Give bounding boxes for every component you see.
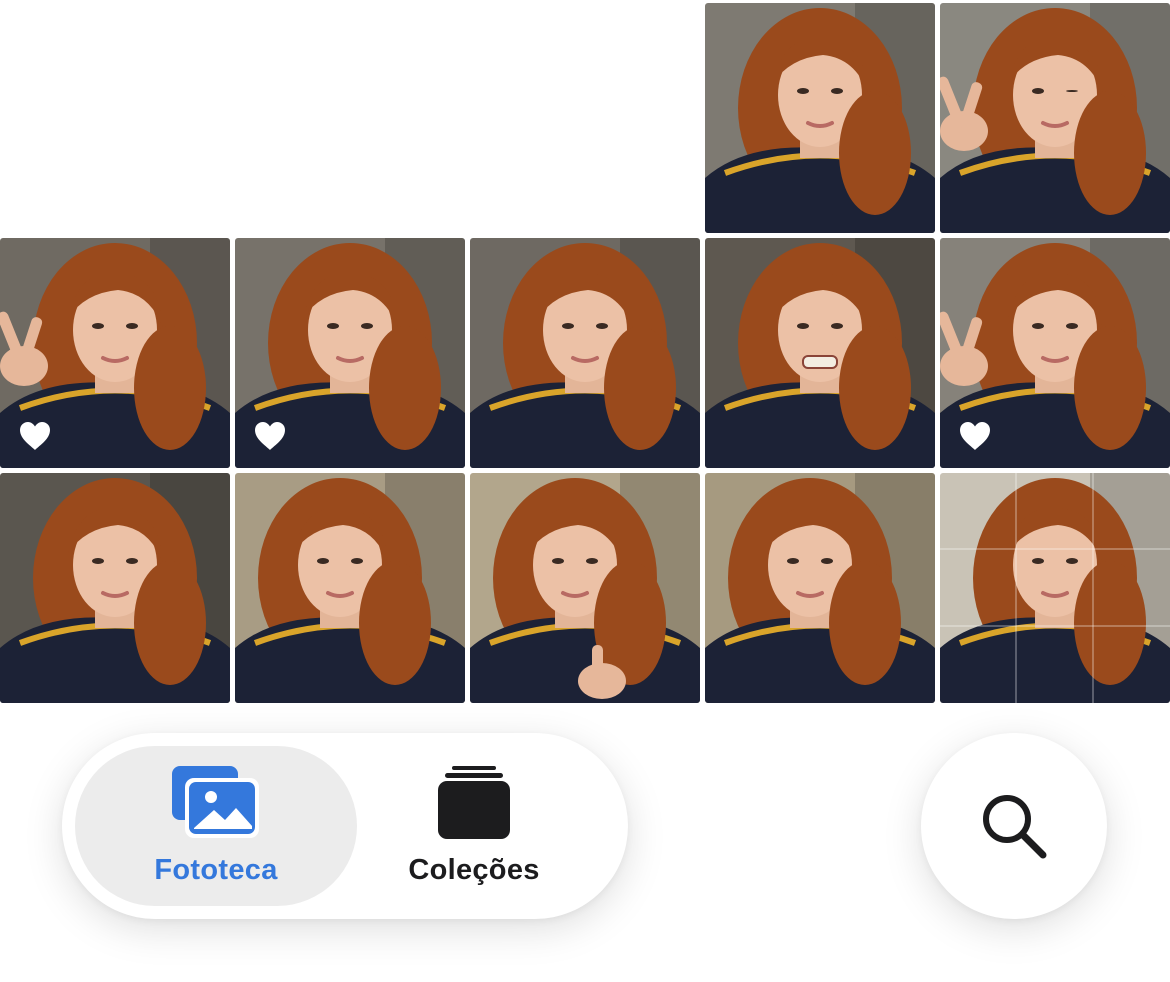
photo-thumbnail[interactable]	[470, 473, 700, 703]
photo-thumbnail[interactable]	[940, 3, 1170, 233]
photo-thumbnail[interactable]	[0, 473, 230, 703]
photo-library-icon	[172, 766, 259, 838]
photo-thumbnail[interactable]	[705, 473, 935, 703]
tab-fototeca[interactable]: Fototeca	[75, 746, 357, 906]
photo-thumbnail[interactable]	[940, 473, 1170, 703]
favorite-heart-icon	[255, 422, 285, 450]
photo-image	[470, 473, 700, 703]
photo-image	[0, 473, 230, 703]
photo-thumbnail[interactable]	[705, 238, 935, 468]
search-icon	[983, 795, 1047, 859]
photo-image	[705, 3, 935, 233]
collections-stack-icon	[438, 766, 510, 839]
photo-thumbnail[interactable]	[705, 3, 935, 233]
tab-colecoes[interactable]: Coleções	[333, 746, 615, 906]
photo-thumbnail[interactable]	[235, 473, 465, 703]
photo-thumbnail[interactable]	[235, 238, 465, 468]
photo-image	[470, 238, 700, 468]
photo-image	[705, 473, 935, 703]
photo-image	[940, 3, 1170, 233]
photo-image	[235, 473, 465, 703]
tab-colecoes-label: Coleções	[408, 854, 540, 886]
tab-bar: Fototeca Coleções	[62, 733, 628, 919]
photo-image	[705, 238, 935, 468]
photo-thumbnail[interactable]	[470, 238, 700, 468]
tab-fototeca-label: Fototeca	[154, 854, 278, 886]
photo-thumbnail[interactable]	[0, 238, 230, 468]
photo-image	[940, 473, 1170, 703]
search-button[interactable]	[921, 733, 1107, 919]
photo-grid	[0, 0, 1170, 703]
favorite-heart-icon	[20, 422, 50, 450]
photo-thumbnail[interactable]	[940, 238, 1170, 468]
favorite-heart-icon	[960, 422, 990, 450]
